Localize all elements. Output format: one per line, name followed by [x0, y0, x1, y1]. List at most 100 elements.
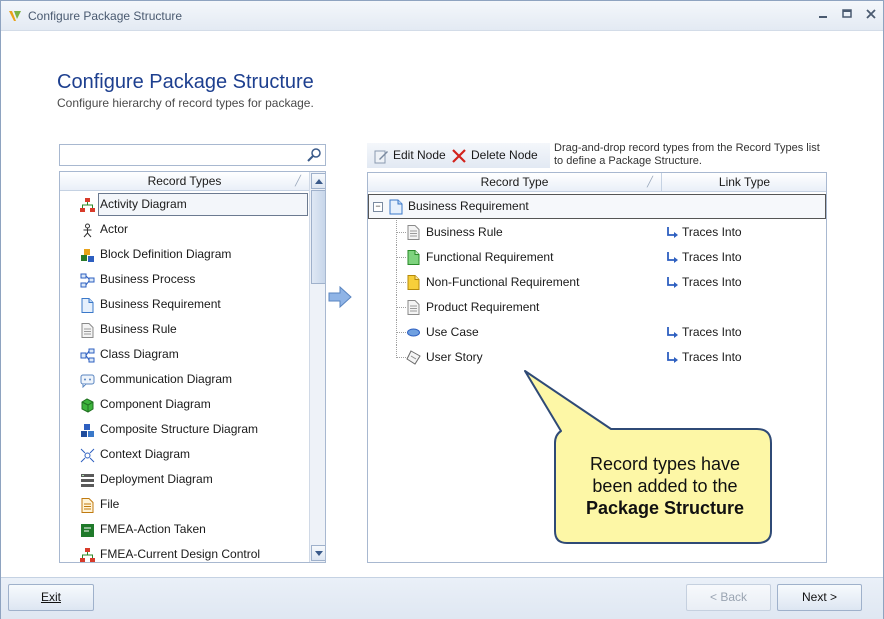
- child-node-label: Use Case: [426, 325, 479, 339]
- child-node-label: Product Requirement: [426, 300, 540, 314]
- use-case-ellipse-icon: [406, 325, 421, 340]
- record-type-item[interactable]: Communication Diagram: [60, 367, 309, 392]
- record-types-scrollbar[interactable]: [309, 172, 325, 562]
- tree-line: [397, 332, 406, 333]
- search-icon[interactable]: [306, 147, 322, 163]
- child-node-label: Functional Requirement: [426, 250, 554, 264]
- class-diagram-icon: [80, 347, 95, 363]
- link-type-cell[interactable]: Traces Into: [666, 345, 742, 370]
- maximize-button[interactable]: [837, 7, 857, 25]
- edit-pencil-icon: [374, 150, 388, 164]
- record-type-item[interactable]: FMEA-Current Design Control: [60, 542, 309, 562]
- record-type-item[interactable]: Business Process: [60, 267, 309, 292]
- structure-child-node[interactable]: Business Rule Traces Into: [368, 220, 826, 245]
- file-icon: [80, 497, 95, 513]
- user-story-icon: [406, 350, 421, 365]
- green-document-icon: [406, 250, 421, 265]
- rule-document-icon: [406, 225, 421, 240]
- tree-line: [397, 357, 406, 358]
- link-type-label: Traces Into: [682, 350, 742, 364]
- sort-icon: ╱: [646, 177, 653, 188]
- root-node-label: Business Requirement: [408, 199, 529, 213]
- structure-child-node[interactable]: Use Case Traces Into: [368, 320, 826, 345]
- edit-node-button[interactable]: Edit Node: [373, 143, 446, 168]
- record-type-label: Business Process: [100, 272, 196, 286]
- link-type-label: Traces Into: [682, 275, 742, 289]
- business-process-icon: [80, 272, 95, 288]
- record-type-item[interactable]: File: [60, 492, 309, 517]
- page-subtitle: Configure hierarchy of record types for …: [57, 96, 314, 110]
- record-types-list[interactable]: Record Types ╱ Activity Diagram Actor Bloc…: [59, 171, 326, 563]
- scroll-down-button[interactable]: [311, 545, 325, 561]
- record-types-items: Activity Diagram Actor Block Definition Di…: [60, 192, 309, 562]
- record-type-item[interactable]: Block Definition Diagram: [60, 242, 309, 267]
- structure-header: Record Type ╱ Link Type: [368, 173, 826, 192]
- drag-drop-hint: Drag-and-drop record types from the Reco…: [554, 142, 820, 167]
- deployment-diagram-icon: [80, 472, 95, 487]
- trace-link-arrow-icon: [667, 326, 678, 338]
- record-type-column-header[interactable]: Record Type ╱: [368, 173, 662, 192]
- link-type-label: Traces Into: [682, 225, 742, 239]
- structure-child-node[interactable]: User Story Traces Into: [368, 345, 826, 370]
- wizard-footer: Exit < Back Next >: [1, 577, 883, 619]
- record-type-label: Business Rule: [100, 322, 177, 336]
- title-bar: Configure Package Structure: [1, 1, 883, 31]
- link-type-cell[interactable]: Traces Into: [666, 320, 742, 345]
- record-type-label: FMEA-Action Taken: [100, 522, 206, 536]
- link-type-column-header[interactable]: Link Type: [663, 173, 826, 192]
- record-type-item[interactable]: Business Rule: [60, 317, 309, 342]
- composite-structure-icon: [80, 422, 95, 437]
- fmea-action-icon: [80, 522, 95, 537]
- root-node-business-requirement[interactable]: − Business Requirement: [368, 194, 826, 219]
- record-type-label: FMEA-Current Design Control: [100, 547, 261, 561]
- record-type-item[interactable]: Business Requirement: [60, 292, 309, 317]
- close-button[interactable]: [861, 7, 881, 25]
- record-type-item[interactable]: Component Diagram: [60, 392, 309, 417]
- activity-diagram-icon: [80, 197, 95, 212]
- record-type-search-input[interactable]: [59, 144, 326, 166]
- communication-diagram-icon: [80, 372, 95, 389]
- exit-button[interactable]: Exit: [8, 584, 94, 611]
- link-type-cell[interactable]: Traces Into: [666, 245, 742, 270]
- link-type-cell[interactable]: Traces Into: [666, 270, 742, 295]
- child-node-label: Non-Functional Requirement: [426, 275, 580, 289]
- scroll-thumb[interactable]: [311, 190, 325, 284]
- trace-link-arrow-icon: [667, 251, 678, 263]
- child-node-label: User Story: [426, 350, 483, 364]
- structure-child-node[interactable]: Functional Requirement Traces Into: [368, 245, 826, 270]
- collapse-toggle[interactable]: −: [373, 202, 383, 212]
- tree-line: [397, 282, 406, 283]
- minimize-button[interactable]: [813, 7, 833, 25]
- record-type-item[interactable]: Actor: [60, 217, 309, 242]
- record-type-item[interactable]: Activity Diagram: [60, 192, 309, 217]
- scroll-up-button[interactable]: [311, 173, 325, 189]
- app-logo-icon: [9, 11, 21, 21]
- record-types-header[interactable]: Record Types ╱: [60, 172, 309, 191]
- record-type-label: Activity Diagram: [100, 197, 187, 211]
- record-type-label: Communication Diagram: [100, 372, 233, 386]
- rule-document-icon: [80, 322, 95, 338]
- record-type-label: Actor: [100, 222, 129, 236]
- record-type-item[interactable]: FMEA-Action Taken: [60, 517, 309, 542]
- record-type-item[interactable]: Class Diagram: [60, 342, 309, 367]
- close-icon: [866, 9, 876, 19]
- add-to-structure-arrow-icon: [328, 286, 352, 308]
- structure-child-node[interactable]: Product Requirement: [368, 295, 826, 320]
- record-type-item[interactable]: Composite Structure Diagram: [60, 417, 309, 442]
- window-title: Configure Package Structure: [28, 9, 183, 23]
- trace-link-arrow-icon: [667, 276, 678, 288]
- delete-x-icon: [452, 149, 466, 163]
- block-definition-icon: [80, 247, 95, 262]
- record-type-item[interactable]: Deployment Diagram: [60, 467, 309, 492]
- structure-child-node[interactable]: Non-Functional Requirement Traces Into: [368, 270, 826, 295]
- link-type-label: Traces Into: [682, 250, 742, 264]
- record-type-item[interactable]: Context Diagram: [60, 442, 309, 467]
- back-button[interactable]: < Back: [686, 584, 771, 611]
- chevron-down-icon: [315, 551, 323, 556]
- document-icon: [80, 297, 95, 313]
- link-type-cell[interactable]: Traces Into: [666, 220, 742, 245]
- delete-node-button[interactable]: Delete Node: [451, 143, 538, 168]
- maximize-icon: [842, 9, 852, 18]
- next-button[interactable]: Next >: [777, 584, 862, 611]
- trace-link-arrow-icon: [667, 351, 678, 363]
